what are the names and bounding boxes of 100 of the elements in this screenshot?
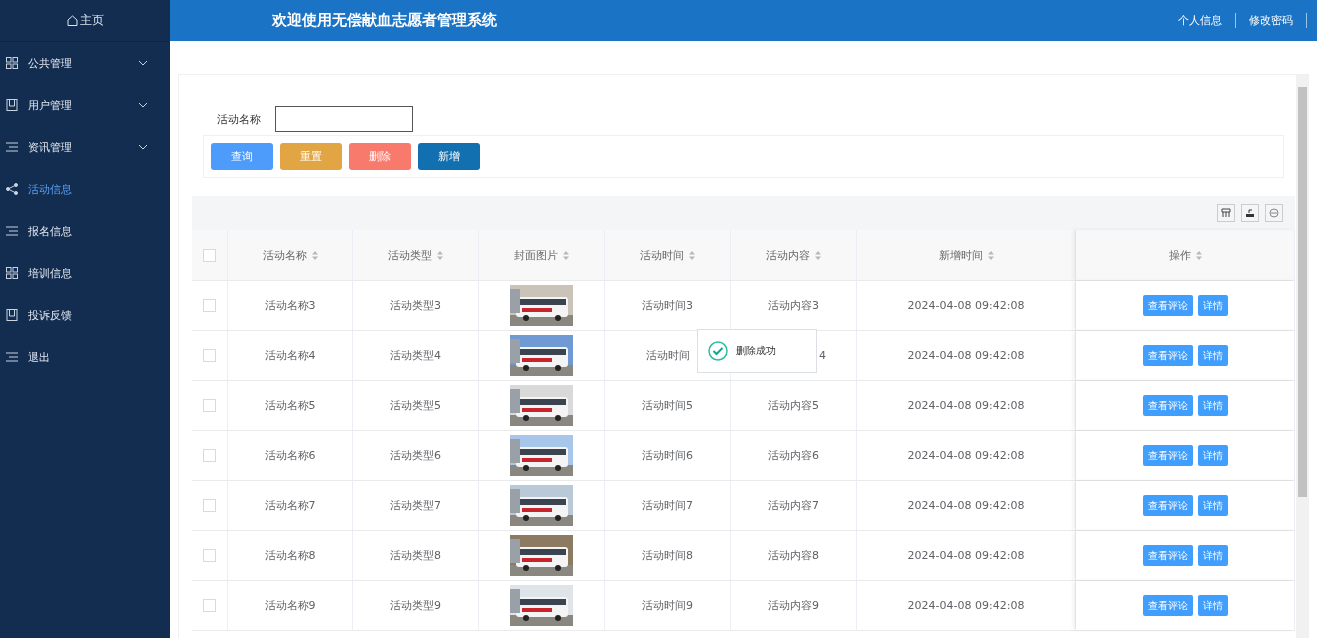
book-icon — [6, 99, 18, 111]
sidebar-item[interactable]: 报名信息 — [0, 210, 170, 252]
details-button[interactable]: 详情 — [1197, 295, 1228, 316]
query-button[interactable]: 查询 — [211, 143, 273, 170]
table-cell: 活动内容9 — [768, 598, 819, 613]
list-icon — [6, 352, 18, 362]
home-icon — [66, 15, 78, 26]
columns-icon — [1221, 208, 1231, 218]
add-button[interactable]: 新增 — [418, 143, 480, 170]
column-header[interactable]: 新增时间 — [938, 247, 983, 263]
table-cell: 2024-04-08 09:42:08 — [907, 449, 1025, 462]
row-checkbox[interactable] — [203, 449, 216, 462]
column-header[interactable]: 封面图片 — [514, 247, 558, 263]
list-icon — [6, 142, 18, 152]
column-header[interactable]: 活动类型 — [388, 247, 432, 263]
table-cell: 2024-04-08 09:42:08 — [907, 549, 1025, 562]
print-icon — [1269, 208, 1279, 218]
header-title: 欢迎使用无偿献血志愿者管理系统 — [272, 11, 498, 30]
table-cell: 活动名称9 — [264, 598, 316, 613]
comments-button[interactable]: 查看评论 — [1142, 545, 1193, 566]
details-button[interactable]: 详情 — [1197, 595, 1228, 616]
table-cell: 2024-04-08 09:42:08 — [907, 349, 1025, 362]
sidebar-item[interactable]: 投诉反馈 — [0, 294, 170, 336]
table-cell: 活动名称5 — [264, 398, 316, 413]
search-field[interactable] — [275, 106, 413, 132]
sidebar-item[interactable]: 活动信息 — [0, 168, 170, 210]
scrollbar[interactable] — [1296, 75, 1308, 638]
comments-button[interactable]: 查看评论 — [1142, 495, 1193, 516]
table-cell: 活动时间7 — [642, 498, 693, 513]
column-header[interactable]: 活动名称 — [262, 247, 307, 263]
sidebar-item[interactable]: 用户管理 — [0, 84, 170, 126]
share-icon — [6, 183, 18, 195]
table-cell: 活动时间8 — [642, 548, 693, 563]
table-cell: 活动内容7 — [768, 498, 819, 513]
delete-button[interactable]: 删除 — [349, 143, 411, 170]
select-all-checkbox[interactable] — [203, 248, 216, 262]
table-cell: 活动类型4 — [390, 348, 441, 363]
details-button[interactable]: 详情 — [1197, 345, 1228, 366]
table-cell: 活动名称4 — [264, 348, 316, 363]
column-header[interactable]: 操作 — [1168, 247, 1191, 263]
sort-icon[interactable] — [563, 250, 569, 260]
table-cell: 4 — [819, 349, 826, 362]
row-checkbox[interactable] — [203, 599, 216, 612]
sort-icon[interactable] — [1195, 250, 1202, 260]
comments-button[interactable]: 查看评论 — [1142, 345, 1193, 366]
sort-icon[interactable] — [815, 250, 821, 260]
print-button[interactable] — [1265, 204, 1283, 222]
sidebar-item[interactable]: 退出 — [0, 336, 170, 378]
grid-icon — [6, 267, 18, 279]
table-cell: 2024-04-08 09:42:08 — [907, 499, 1025, 512]
comments-button[interactable]: 查看评论 — [1142, 295, 1193, 316]
table-cell: 活动类型9 — [390, 598, 441, 613]
row-checkbox[interactable] — [203, 349, 216, 362]
sidebar-item[interactable]: 公共管理 — [0, 42, 170, 84]
table-cell: 活动内容6 — [768, 448, 819, 463]
table-cell: 活动时间3 — [642, 298, 693, 313]
book-icon — [6, 309, 18, 321]
sort-icon[interactable] — [689, 250, 695, 260]
sort-icon[interactable] — [311, 250, 318, 260]
table-cell: 活动时间5 — [642, 398, 693, 413]
row-checkbox[interactable] — [203, 499, 216, 512]
header-link[interactable]: 个人信息 — [1165, 13, 1236, 28]
comments-button[interactable]: 查看评论 — [1142, 595, 1193, 616]
table-cell: 活动类型3 — [390, 298, 441, 313]
table-cell: 活动时间 — [645, 348, 690, 363]
row-checkbox[interactable] — [203, 549, 216, 562]
comments-button[interactable]: 查看评论 — [1142, 395, 1193, 416]
table-cell: 活动类型7 — [390, 498, 441, 513]
comments-button[interactable]: 查看评论 — [1142, 445, 1193, 466]
table-cell: 2024-04-08 09:42:08 — [907, 399, 1025, 412]
details-button[interactable]: 详情 — [1197, 445, 1228, 466]
sidebar-item[interactable]: 资讯管理 — [0, 126, 170, 168]
column-header[interactable]: 活动内容 — [766, 247, 810, 263]
table-cell: 活动类型8 — [390, 548, 441, 563]
row-checkbox[interactable] — [203, 399, 216, 412]
sort-icon[interactable] — [437, 250, 443, 260]
table-cell: 活动名称3 — [264, 298, 316, 313]
search-label: 活动名称 — [217, 111, 261, 127]
sort-icon[interactable] — [987, 250, 994, 260]
table-cell: 2024-04-08 09:42:08 — [907, 599, 1025, 612]
table-cell: 活动内容3 — [768, 298, 819, 313]
export-button[interactable] — [1241, 204, 1259, 222]
details-button[interactable]: 详情 — [1197, 395, 1228, 416]
list-icon — [6, 226, 18, 236]
export-icon — [1245, 208, 1255, 218]
details-button[interactable]: 详情 — [1197, 545, 1228, 566]
column-header[interactable]: 活动时间 — [640, 247, 684, 263]
table-cell: 活动时间6 — [642, 448, 693, 463]
grid-icon — [6, 57, 18, 69]
details-button[interactable]: 详情 — [1197, 495, 1228, 516]
row-checkbox[interactable] — [203, 299, 216, 312]
table-cell: 活动内容5 — [768, 398, 819, 413]
toast-message: 删除成功 — [736, 344, 776, 358]
table-cell: 活动内容8 — [768, 548, 819, 563]
sidebar-item[interactable]: 培训信息 — [0, 252, 170, 294]
table-cell: 活动时间9 — [642, 598, 693, 613]
check-circle-icon — [708, 341, 728, 361]
header-link[interactable]: 修改密码 — [1236, 13, 1307, 28]
table-cell: 活动名称7 — [264, 498, 316, 513]
columns-button[interactable] — [1217, 204, 1235, 222]
